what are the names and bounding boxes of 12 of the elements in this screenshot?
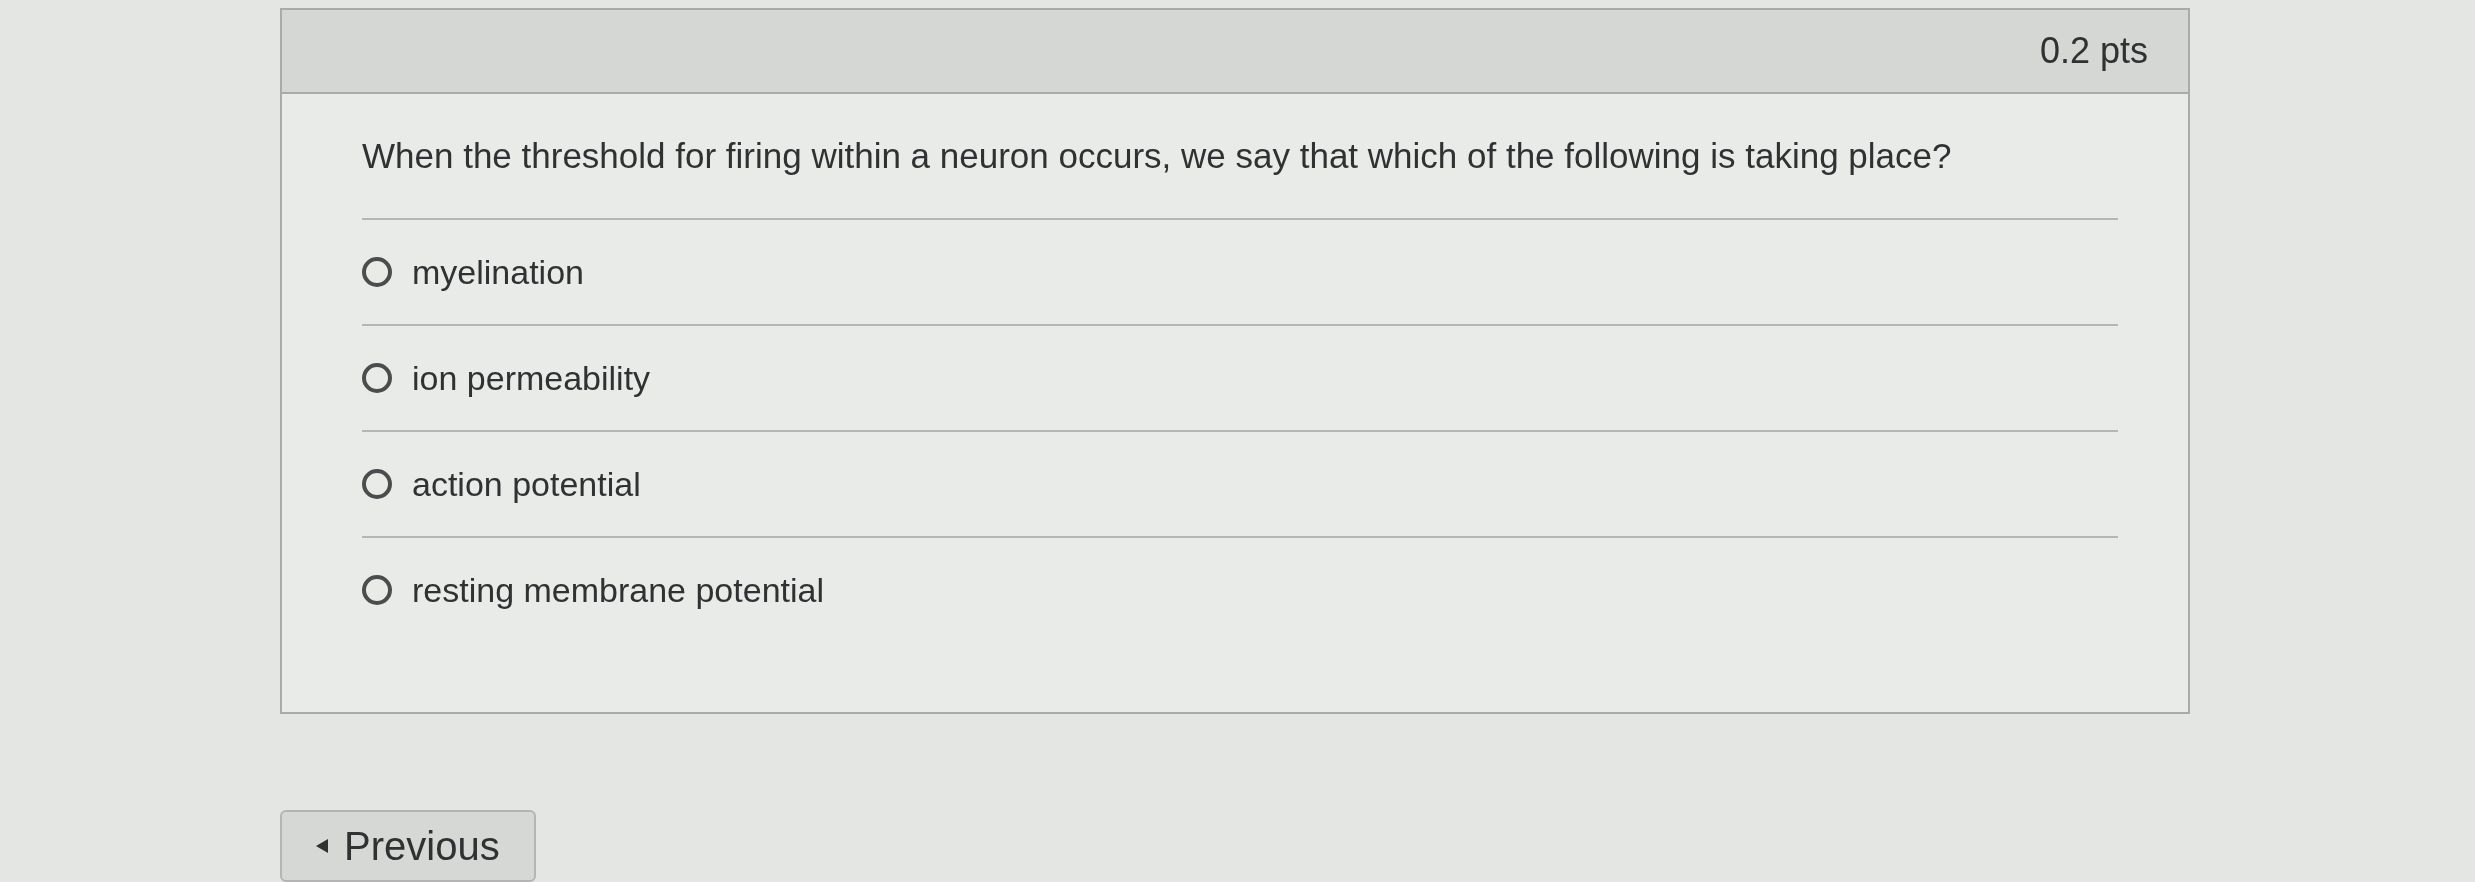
radio-button[interactable] bbox=[362, 575, 392, 605]
radio-button[interactable] bbox=[362, 469, 392, 499]
radio-button[interactable] bbox=[362, 257, 392, 287]
answer-label[interactable]: action potential bbox=[412, 464, 641, 504]
radio-button[interactable] bbox=[362, 363, 392, 393]
answer-label[interactable]: resting membrane potential bbox=[412, 570, 824, 610]
answer-label[interactable]: ion permeability bbox=[412, 358, 651, 398]
answer-label[interactable]: myelination bbox=[412, 252, 584, 292]
caret-left-icon bbox=[316, 839, 328, 853]
question-text: When the threshold for firing within a neuron occurs, we say that which of the following is taking place? bbox=[362, 135, 1953, 177]
points-label: 0.2 pts bbox=[2039, 30, 2148, 72]
previous-button[interactable]: Previous bbox=[280, 810, 536, 882]
